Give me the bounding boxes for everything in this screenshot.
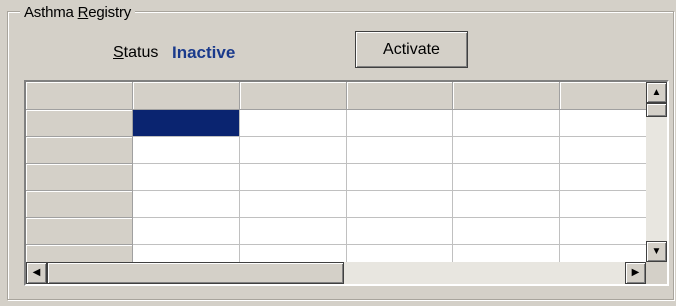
- grid-table: [26, 82, 667, 272]
- vertical-scrollbar[interactable]: ▲ ▼: [646, 82, 667, 262]
- grid-cell[interactable]: [132, 136, 240, 164]
- row-header[interactable]: [26, 163, 134, 191]
- scroll-down-button[interactable]: ▼: [646, 241, 667, 262]
- triangle-up-icon: ▲: [651, 86, 662, 98]
- scrollbar-corner: [646, 262, 667, 284]
- row-header[interactable]: [26, 109, 134, 137]
- scroll-right-button[interactable]: ▶: [625, 262, 646, 284]
- status-label: Status: [113, 44, 159, 61]
- horizontal-scroll-thumb[interactable]: [47, 262, 344, 284]
- scroll-up-button[interactable]: ▲: [646, 82, 667, 103]
- grid-cell[interactable]: [132, 217, 240, 245]
- activate-button[interactable]: Activate: [355, 31, 468, 68]
- grid-cell[interactable]: [452, 136, 561, 164]
- registry-grid[interactable]: ▲ ▼ ◀ ▶: [24, 80, 669, 286]
- triangle-right-icon: ▶: [631, 267, 640, 278]
- triangle-down-icon: ▼: [651, 245, 662, 257]
- grid-cell[interactable]: [452, 163, 561, 191]
- grid-cell[interactable]: [346, 190, 454, 218]
- row-header[interactable]: [26, 190, 134, 218]
- vertical-scroll-thumb[interactable]: [646, 103, 667, 117]
- grid-cell[interactable]: [346, 163, 454, 191]
- column-header[interactable]: [452, 82, 561, 110]
- horizontal-scrollbar[interactable]: ◀ ▶: [26, 262, 646, 284]
- table-row: [26, 109, 667, 137]
- table-row: [26, 163, 667, 191]
- table-row: [26, 136, 667, 164]
- scroll-left-button[interactable]: ◀: [26, 262, 47, 284]
- triangle-left-icon: ◀: [32, 267, 41, 278]
- grid-cell[interactable]: [452, 109, 561, 137]
- row-header[interactable]: [26, 136, 134, 164]
- grid-cell-selected[interactable]: [132, 109, 240, 137]
- grid-cell[interactable]: [346, 217, 454, 245]
- grid-cell[interactable]: [346, 136, 454, 164]
- grid-cell[interactable]: [239, 163, 347, 191]
- groupbox-title: Asthma Registry: [20, 4, 136, 21]
- column-header[interactable]: [346, 82, 454, 110]
- status-value: Inactive: [172, 43, 236, 62]
- grid-cell[interactable]: [452, 190, 561, 218]
- grid-cell[interactable]: [346, 109, 454, 137]
- column-header[interactable]: [239, 82, 347, 110]
- grid-cell[interactable]: [239, 109, 347, 137]
- grid-header-row: [26, 82, 667, 110]
- table-row: [26, 217, 667, 245]
- grid-corner-header[interactable]: [26, 82, 134, 110]
- grid-cell[interactable]: [239, 190, 347, 218]
- grid-cell[interactable]: [239, 217, 347, 245]
- column-header[interactable]: [132, 82, 240, 110]
- table-row: [26, 190, 667, 218]
- grid-cell[interactable]: [132, 163, 240, 191]
- grid-cell[interactable]: [452, 217, 561, 245]
- row-header[interactable]: [26, 217, 134, 245]
- grid-cell[interactable]: [132, 190, 240, 218]
- grid-cell[interactable]: [239, 136, 347, 164]
